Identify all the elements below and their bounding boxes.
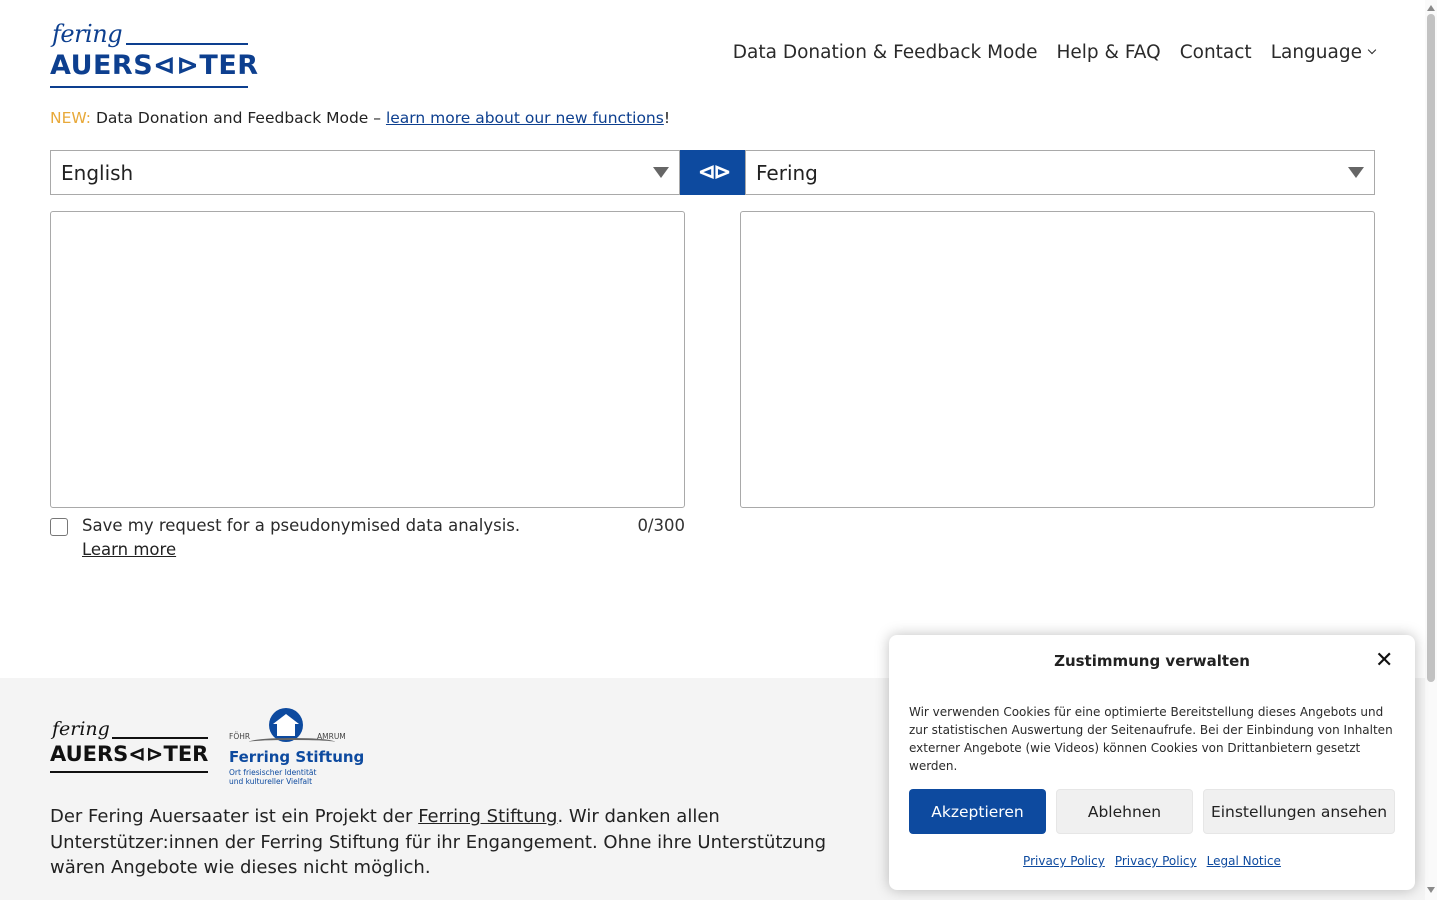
language-selector-row: English ⊲⊳ Fering	[50, 150, 1375, 195]
stiftung-house-icon	[277, 722, 295, 736]
footer-auersaater-logo[interactable]: fering AUERS⊲⊳TER	[50, 718, 210, 776]
stiftung-name: Ferring Stiftung	[229, 748, 365, 766]
dropdown-arrow-icon	[1348, 167, 1364, 178]
footer-logo-fering-text: fering	[52, 718, 110, 740]
notice-text: Data Donation and Feedback Mode –	[95, 109, 382, 127]
scrollbar-thumb[interactable]	[1427, 14, 1435, 682]
learn-more-link[interactable]: Learn more	[82, 540, 176, 559]
stiftung-fohr-label: FÖHR	[229, 732, 251, 741]
footer-description: Der Fering Auersaater ist ein Projekt de…	[50, 804, 880, 881]
new-badge: NEW:	[50, 109, 92, 127]
nav-language[interactable]: Language	[1270, 42, 1377, 63]
translation-output	[740, 211, 1375, 508]
save-request-label: Save my request for a pseudonymised data…	[82, 516, 521, 535]
logo-underline	[50, 86, 248, 88]
footer-logo-underline	[50, 771, 208, 773]
target-language-value: Fering	[756, 160, 818, 185]
target-language-select[interactable]: Fering	[745, 150, 1375, 195]
cookie-dialog-title: Zustimmung verwalten	[1054, 652, 1250, 670]
learn-more-functions-link[interactable]: learn more about our new functions	[386, 109, 664, 127]
scroll-up-icon[interactable]	[1427, 5, 1435, 11]
chevron-down-icon	[1367, 45, 1377, 55]
source-language-value: English	[61, 160, 134, 185]
swap-icon: ⊲⊳	[697, 160, 732, 185]
nav-contact[interactable]: Contact	[1180, 42, 1252, 63]
logo-rule	[126, 43, 248, 45]
stiftung-subtitle: Ort friesischer Identität und kulturelle…	[229, 768, 316, 786]
logo-main-text: AUERS⊲⊳TER	[50, 50, 259, 81]
deny-cookies-button[interactable]: Ablehnen	[1056, 789, 1193, 834]
close-icon[interactable]: ✕	[1375, 649, 1393, 673]
stiftung-subtitle-line-2: und kultureller Vielfalt	[229, 777, 313, 786]
nav-data-donation[interactable]: Data Donation & Feedback Mode	[733, 42, 1038, 63]
fering-auersaater-logo[interactable]: fering AUERS⊲⊳TER	[50, 20, 258, 90]
cookie-dialog-links: Privacy Policy Privacy Policy Legal Noti…	[889, 854, 1415, 868]
footer-logo-rule	[112, 737, 208, 739]
cookie-consent-dialog: Zustimmung verwalten ✕ Wir verwenden Coo…	[889, 635, 1415, 890]
stiftung-subtitle-line-1: Ort friesischer Identität	[229, 768, 317, 777]
nav-help-faq[interactable]: Help & FAQ	[1057, 42, 1161, 63]
cookie-settings-button[interactable]: Einstellungen ansehen	[1203, 789, 1395, 834]
dropdown-arrow-icon	[653, 167, 669, 178]
logo-fering-text: fering	[52, 20, 123, 48]
site-header: fering AUERS⊲⊳TER Data Donation & Feedba…	[0, 0, 1440, 100]
footer-text-part-1: Der Fering Auersaater ist ein Projekt de…	[50, 806, 413, 827]
cookie-dialog-text: Wir verwenden Cookies für eine optimiert…	[909, 705, 1393, 773]
character-counter: 0/300	[637, 516, 685, 535]
data-donation-consent: Save my request for a pseudonymised data…	[50, 516, 685, 566]
source-text-input[interactable]	[50, 211, 685, 508]
ferring-stiftung-logo[interactable]: FÖHR AMRUM Ferring Stiftung Ort friesisc…	[229, 708, 364, 788]
swap-languages-button[interactable]: ⊲⊳	[680, 150, 746, 195]
source-language-select[interactable]: English	[50, 150, 680, 195]
privacy-policy-link[interactable]: Privacy Policy	[1023, 854, 1105, 868]
main-nav: Data Donation & Feedback Mode Help & FAQ…	[733, 42, 1377, 63]
notice-end: !	[663, 109, 671, 127]
legal-notice-link[interactable]: Legal Notice	[1207, 854, 1281, 868]
nav-language-label: Language	[1270, 42, 1362, 63]
accept-cookies-button[interactable]: Akzeptieren	[909, 789, 1046, 834]
stiftung-amrum-label: AMRUM	[317, 732, 346, 741]
privacy-policy-link-2[interactable]: Privacy Policy	[1115, 854, 1197, 868]
scroll-down-icon[interactable]	[1427, 887, 1435, 893]
save-request-checkbox[interactable]	[50, 518, 68, 536]
new-feature-notice: NEW: Data Donation and Feedback Mode – l…	[50, 109, 670, 127]
footer-logo-main-text: AUERS⊲⊳TER	[50, 742, 209, 766]
ferring-stiftung-link[interactable]: Ferring Stiftung	[418, 806, 557, 827]
page-scrollbar[interactable]	[1425, 0, 1437, 900]
